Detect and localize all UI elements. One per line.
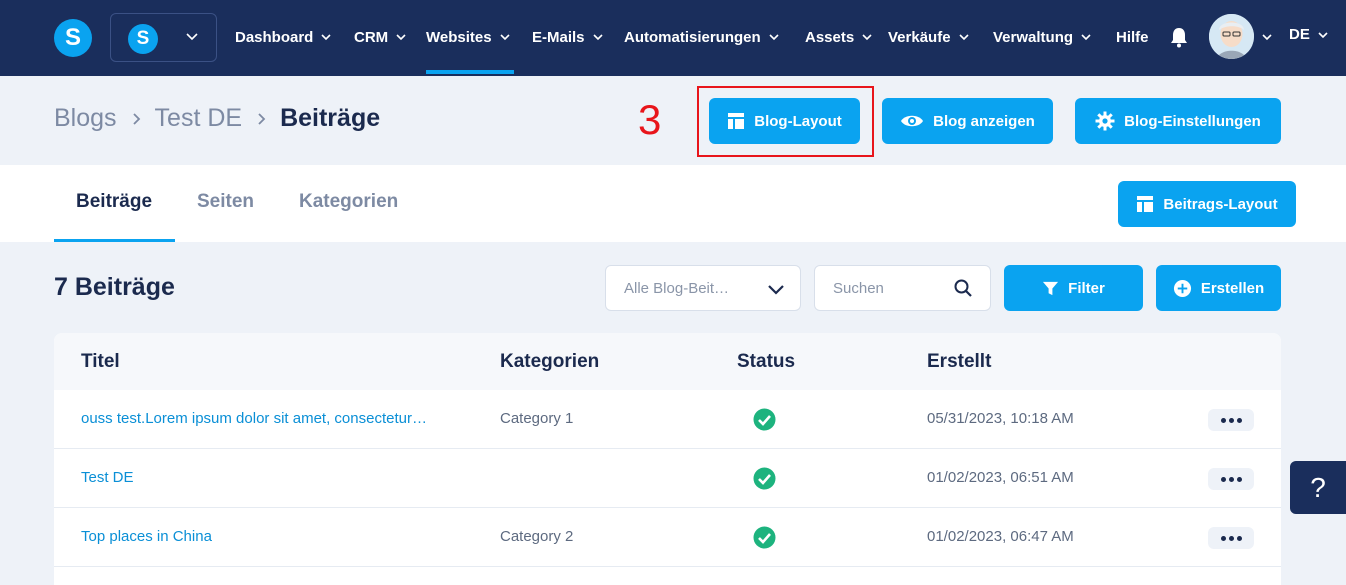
row-actions-button[interactable] (1208, 527, 1254, 549)
nav-item-help[interactable]: Hilfe (1116, 26, 1149, 48)
active-tab-indicator (54, 239, 175, 242)
breadcrumb-test-de[interactable]: Test DE (155, 104, 243, 133)
dot (1228, 535, 1234, 541)
post-category: Category 2 (500, 528, 574, 545)
chevron-down-icon (768, 285, 784, 295)
chevron-down-icon (1318, 31, 1328, 38)
check-circle-icon (753, 408, 776, 431)
post-count-title: 7 Beiträge (54, 273, 175, 301)
nav-item-websites[interactable]: Websites (426, 26, 514, 74)
post-filter-select[interactable]: Alle Blog-Beit… (605, 265, 801, 311)
nav-item-crm[interactable]: CRM (354, 26, 408, 48)
chevron-down-icon (396, 34, 406, 41)
workspace-selector[interactable]: S (110, 13, 217, 62)
chevron-down-icon (769, 34, 779, 41)
table-row: ouss test.Lorem ipsum dolor sit amet, co… (54, 390, 1281, 449)
post-title-link[interactable]: Top places in China (81, 528, 212, 545)
user-avatar[interactable] (1209, 14, 1254, 59)
chevron-down-icon[interactable] (1260, 30, 1274, 44)
chevron-right-icon (132, 112, 140, 125)
nav-item-administration[interactable]: Verwaltung (993, 26, 1093, 48)
layout-icon (728, 113, 745, 129)
dot (1220, 535, 1226, 541)
post-layout-button[interactable]: Beitrags-Layout (1118, 181, 1296, 227)
eye-icon (901, 115, 924, 127)
chevron-down-icon (321, 34, 331, 41)
workspace-logo: S (128, 24, 158, 54)
check-circle-icon (753, 467, 776, 490)
create-button[interactable]: Erstellen (1156, 265, 1281, 311)
help-button[interactable]: ? (1290, 461, 1346, 514)
dot (1236, 417, 1242, 423)
tab-pages[interactable]: Seiten (197, 191, 254, 213)
funnel-icon (1043, 281, 1059, 295)
dot (1236, 535, 1242, 541)
avatar-image (1209, 14, 1254, 59)
chevron-down-icon (500, 34, 510, 41)
table-row: Top places in China Category 2 01/02/202… (54, 508, 1281, 567)
search-input[interactable] (815, 266, 945, 310)
tab-posts[interactable]: Beiträge (76, 191, 152, 213)
bell-icon[interactable] (1168, 26, 1190, 48)
nav-item-emails[interactable]: E-Mails (532, 26, 605, 48)
tab-categories[interactable]: Kategorien (299, 191, 398, 213)
blog-settings-button[interactable]: Blog-Einstellungen (1075, 98, 1281, 144)
row-actions-button[interactable] (1208, 409, 1254, 431)
table-header: Titel Kategorien Status Erstellt (54, 333, 1281, 390)
language-selector[interactable]: DE (1289, 26, 1330, 43)
post-created-date: 01/02/2023, 06:51 AM (927, 469, 1074, 486)
nav-item-dashboard[interactable]: Dashboard (235, 26, 333, 48)
search-icon[interactable] (953, 278, 973, 298)
dot (1220, 476, 1226, 482)
post-created-date: 05/31/2023, 10:18 AM (927, 410, 1074, 427)
dot (1220, 417, 1226, 423)
blog-layout-button[interactable]: Blog-Layout (709, 98, 860, 144)
row-actions-button[interactable] (1208, 468, 1254, 490)
view-blog-button[interactable]: Blog anzeigen (882, 98, 1053, 144)
column-header-created[interactable]: Erstellt (927, 351, 991, 373)
chevron-down-icon (592, 34, 603, 41)
chevron-down-icon (186, 33, 198, 41)
nav-item-sales[interactable]: Verkäufe (888, 26, 971, 48)
tab-bar: Beiträge Seiten Kategorien Beitrags-Layo… (0, 165, 1346, 242)
search-box (814, 265, 991, 311)
breadcrumb: Blogs Test DE Beiträge (54, 104, 380, 133)
column-header-title[interactable]: Titel (81, 351, 120, 373)
chevron-down-icon (862, 34, 872, 41)
plus-circle-icon (1173, 279, 1191, 297)
select-value: Alle Blog-Beit… (624, 280, 730, 297)
dot (1228, 417, 1234, 423)
chevron-down-icon (1081, 34, 1091, 41)
chevron-down-icon (958, 34, 969, 41)
nav-item-assets[interactable]: Assets (805, 26, 874, 48)
layout-icon (1137, 196, 1154, 212)
step-number-annotation: 3 (638, 96, 662, 143)
post-title-link[interactable]: Test DE (81, 469, 134, 486)
nav-item-automations[interactable]: Automatisierungen (624, 26, 781, 48)
dot (1228, 476, 1234, 482)
post-title-link[interactable]: ouss test.Lorem ipsum dolor sit amet, co… (81, 410, 427, 427)
dot (1236, 476, 1242, 482)
breadcrumb-current: Beiträge (280, 104, 381, 132)
post-created-date: 01/02/2023, 06:47 AM (927, 528, 1074, 545)
check-circle-icon (753, 526, 776, 549)
posts-table: Titel Kategorien Status Erstellt ouss te… (54, 333, 1281, 585)
column-header-status[interactable]: Status (737, 351, 795, 373)
column-header-categories[interactable]: Kategorien (500, 351, 599, 373)
table-row: Test DE 01/02/2023, 06:51 AM (54, 449, 1281, 508)
filter-button[interactable]: Filter (1004, 265, 1143, 311)
gear-icon (1095, 111, 1115, 131)
breadcrumb-blogs[interactable]: Blogs (54, 104, 117, 133)
app-logo[interactable]: S (54, 19, 92, 57)
chevron-right-icon (258, 112, 266, 125)
post-category: Category 1 (500, 410, 574, 427)
top-navigation: S S Dashboard CRM Websites E-Mails Autom… (0, 0, 1346, 76)
